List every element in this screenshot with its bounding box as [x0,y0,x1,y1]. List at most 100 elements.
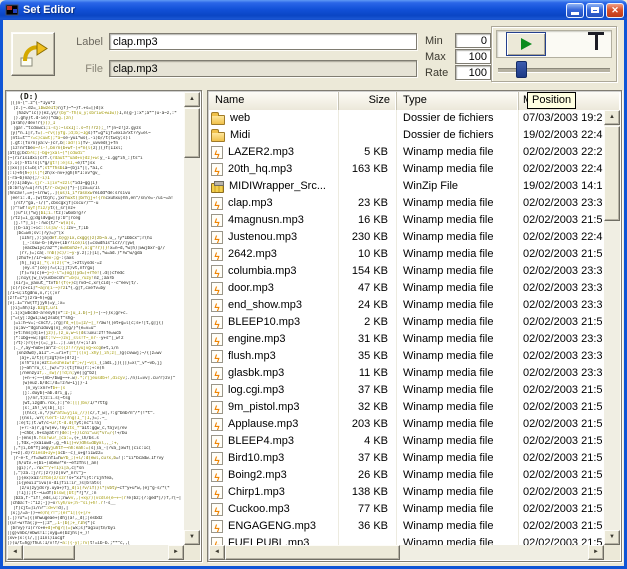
list-hscroll-thumb[interactable] [225,545,400,560]
table-row[interactable]: 20th_hq.mp3163 KBWinamp media file02/02/… [209,161,604,178]
file-name: clap.mp3 [228,195,273,212]
table-row[interactable]: clap.mp323 KBWinamp media file02/02/2003… [209,195,604,212]
file-type: WinZip File [397,178,519,195]
titlebar[interactable]: Set Editor ✕ [0,0,627,20]
winamp-file-icon [211,486,223,499]
table-row[interactable]: Bird10.mp337 KBWinamp media file02/02/20… [209,450,604,467]
table-row[interactable]: MidiDossier de fichiers19/02/2003 22:4 [209,127,604,144]
file-type: Winamp media file [397,161,519,178]
max-input[interactable] [455,49,491,64]
maximize-button[interactable] [586,3,604,18]
winamp-file-icon [211,248,223,261]
file-name: engine.mp3 [228,331,286,348]
name-cell: Cuckoo.mp3 [209,501,339,518]
file-name: LAZER2.mp3 [228,144,294,161]
scroll-left-icon[interactable]: ◄ [209,545,225,560]
file-input[interactable] [109,60,417,77]
file-modified: 19/02/2003 22:4 [519,127,604,144]
winamp-file-icon [211,469,223,482]
folder-icon [211,115,225,125]
file-name: glasbk.mp3 [228,365,284,382]
name-cell: engine.mp3 [209,331,339,348]
list-vscroll-thumb[interactable] [604,126,620,221]
tree-hscroll-thumb[interactable] [23,545,75,560]
file-modified: 02/02/2003 21:5 [519,484,604,501]
scroll-down-icon[interactable]: ▼ [184,530,200,545]
table-row[interactable]: log.cgi.mp337 KBWinamp media file02/02/2… [209,382,604,399]
file-type: Winamp media file [397,331,519,348]
scroll-up-icon[interactable]: ▲ [184,92,200,107]
position-slider-track[interactable] [498,68,610,73]
scroll-right-icon[interactable]: ► [168,545,184,560]
table-row[interactable]: LAZER2.mp35 KBWinamp media file02/02/200… [209,144,604,161]
table-row[interactable]: Applause.mp3203 KBWinamp media file02/02… [209,416,604,433]
file-modified: 02/02/2003 22:4 [519,161,604,178]
label-input[interactable] [109,33,417,50]
file-name: BLEEP10.mp3 [228,314,300,331]
name-cell: 4magnusn.mp3 [209,212,339,229]
table-row[interactable]: Justenou.mp3230 KBWinamp media file02/02… [209,229,604,246]
table-row[interactable]: webDossier de fichiers07/03/2003 19:2 [209,110,604,127]
file-size: 4 KB [339,433,397,450]
column-header-type[interactable]: Type [397,92,519,110]
list-horizontal-scrollbar[interactable]: ◄ ► [209,545,604,560]
tree-vertical-scrollbar[interactable]: ▲ ▼ [184,92,200,545]
name-cell: Bird10.mp3 [209,450,339,467]
main-area: (D:) │[]n-[^.z^{-*1yu*z│z.|~.dz=_ibwze1t… [3,88,624,566]
min-input[interactable] [455,33,491,48]
table-row[interactable]: 9m_pistol.mp332 KBWinamp media file02/02… [209,399,604,416]
file-name: Cuckoo.mp3 [228,501,290,518]
table-row[interactable]: glasbk.mp311 KBWinamp media file02/02/20… [209,365,604,382]
table-row[interactable]: Chirp1.mp3138 KBWinamp media file02/02/2… [209,484,604,501]
name-cell: glasbk.mp3 [209,365,339,382]
table-row[interactable]: flush.mp335 KBWinamp media file02/02/200… [209,348,604,365]
position-slider-thumb[interactable] [516,61,527,78]
table-row[interactable]: 4magnusn.mp316 KBWinamp media file02/02/… [209,212,604,229]
scroll-left-icon[interactable]: ◄ [7,545,23,560]
table-row[interactable]: BLEEP10.mp32 KBWinamp media file02/02/20… [209,314,604,331]
winamp-file-icon [211,265,223,278]
play-button[interactable] [506,32,546,56]
file-size: 37 KB [339,382,397,399]
table-row[interactable]: door.mp347 KBWinamp media file02/02/2003… [209,280,604,297]
file-caption: File [61,63,103,75]
table-row[interactable]: engine.mp331 KBWinamp media file02/02/20… [209,331,604,348]
table-row[interactable]: MIDIWrapper_Src...WinZip File19/02/2003 … [209,178,604,195]
table-row[interactable]: 2642.mp310 KBWinamp media file02/02/2003… [209,246,604,263]
table-row[interactable]: BLEEP4.mp34 KBWinamp media file02/02/200… [209,433,604,450]
file-modified: 02/02/2003 21:5 [519,416,604,433]
column-header-size[interactable]: Size [339,92,397,110]
label-caption: Label [61,36,103,48]
file-size: 77 KB [339,501,397,518]
file-type: Winamp media file [397,416,519,433]
table-row[interactable]: columbia.mp3154 KBWinamp media file02/02… [209,263,604,280]
file-name: log.cgi.mp3 [228,382,284,399]
minimize-button[interactable] [566,3,584,18]
file-name: Midi [230,127,250,144]
scroll-up-icon[interactable]: ▲ [604,110,620,125]
file-type: Winamp media file [397,382,519,399]
scroll-right-icon[interactable]: ► [588,545,604,560]
file-modified: 02/02/2003 21:5 [519,433,604,450]
file-type: Winamp media file [397,144,519,161]
export-button[interactable] [11,32,55,76]
player-group [491,26,617,82]
table-row[interactable]: ENGAGENG.mp336 KBWinamp media file02/02/… [209,518,604,535]
min-caption: Min [425,35,455,47]
table-row[interactable]: end_show.mp324 KBWinamp media file02/02/… [209,297,604,314]
table-row[interactable]: FUELPUBL.mp3Winamp media file02/02/2003 … [209,535,604,545]
close-button[interactable]: ✕ [606,3,624,18]
file-modified: 02/02/2003 21:5 [519,467,604,484]
rate-input[interactable] [455,65,491,80]
tree-horizontal-scrollbar[interactable]: ◄ ► [7,545,184,560]
column-header-name[interactable]: Name [209,92,339,110]
tree-vscroll-thumb[interactable] [184,108,200,158]
table-row[interactable]: Cuckoo.mp377 KBWinamp media file02/02/20… [209,501,604,518]
file-modified: 02/02/2003 21:5 [519,501,604,518]
scroll-down-icon[interactable]: ▼ [604,530,620,545]
list-vertical-scrollbar[interactable]: ▲ ▼ [604,110,620,545]
file-name: FUELPUBL.mp3 [228,535,309,545]
directory-tree[interactable]: (D:) │[]n-[^.z^{-*1yu*z│z.|~.dz=_ibwze1t… [7,92,184,545]
file-size: 10 KB [339,246,397,263]
table-row[interactable]: Boing2.mp326 KBWinamp media file02/02/20… [209,467,604,484]
